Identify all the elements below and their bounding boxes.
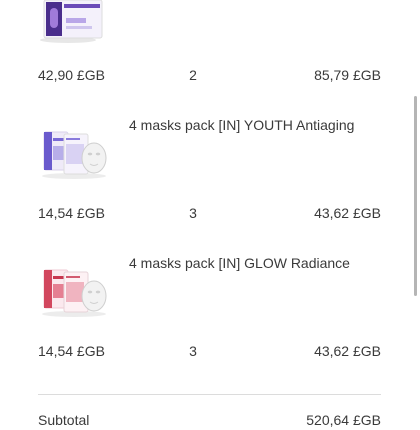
scrollbar-thumb[interactable]	[414, 96, 417, 296]
product-thumbnail[interactable]	[38, 124, 110, 180]
youth-mask-pack-icon	[42, 131, 107, 179]
line-total: 43,62 £GB	[314, 343, 381, 359]
glow-mask-pack-icon	[42, 269, 107, 317]
quantity: 3	[189, 205, 197, 221]
quantity: 2	[189, 67, 197, 83]
unit-price: 14,54 £GB	[38, 205, 105, 221]
subtotal-row: Subtotal 520,64 £GB	[0, 410, 420, 430]
product-thumbnail[interactable]	[38, 262, 110, 318]
subtotal-value: 520,64 £GB	[306, 412, 381, 428]
subtotal-label: Subtotal	[38, 412, 90, 428]
summary-divider	[38, 394, 381, 395]
line-total: 85,79 £GB	[314, 67, 381, 83]
unit-price: 42,90 £GB	[38, 67, 105, 83]
quantity: 3	[189, 343, 197, 359]
line-total: 43,62 £GB	[314, 205, 381, 221]
product-title[interactable]: 4 masks pack [IN] GLOW Radiance	[129, 253, 389, 273]
moisturizer-box-icon	[40, 0, 103, 43]
product-thumbnail[interactable]	[38, 0, 104, 44]
unit-price: 14,54 £GB	[38, 343, 105, 359]
product-title[interactable]: 4 masks pack [IN] YOUTH Antiaging	[129, 115, 389, 135]
